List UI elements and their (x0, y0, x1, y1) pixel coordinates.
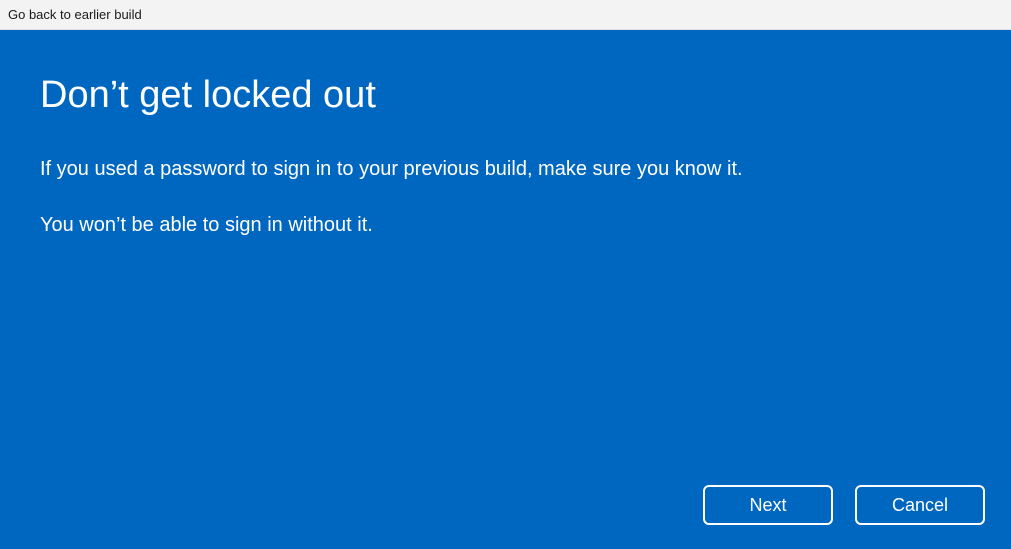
window-titlebar: Go back to earlier build (0, 0, 1011, 30)
next-button[interactable]: Next (703, 485, 833, 525)
cancel-button[interactable]: Cancel (855, 485, 985, 525)
body-paragraph-1: If you used a password to sign in to you… (40, 155, 971, 183)
window-title: Go back to earlier build (8, 7, 142, 22)
dialog-content: Don’t get locked out If you used a passw… (0, 30, 1011, 549)
page-heading: Don’t get locked out (40, 74, 971, 117)
dialog-button-row: Next Cancel (703, 485, 985, 525)
body-paragraph-2: You won’t be able to sign in without it. (40, 211, 971, 239)
